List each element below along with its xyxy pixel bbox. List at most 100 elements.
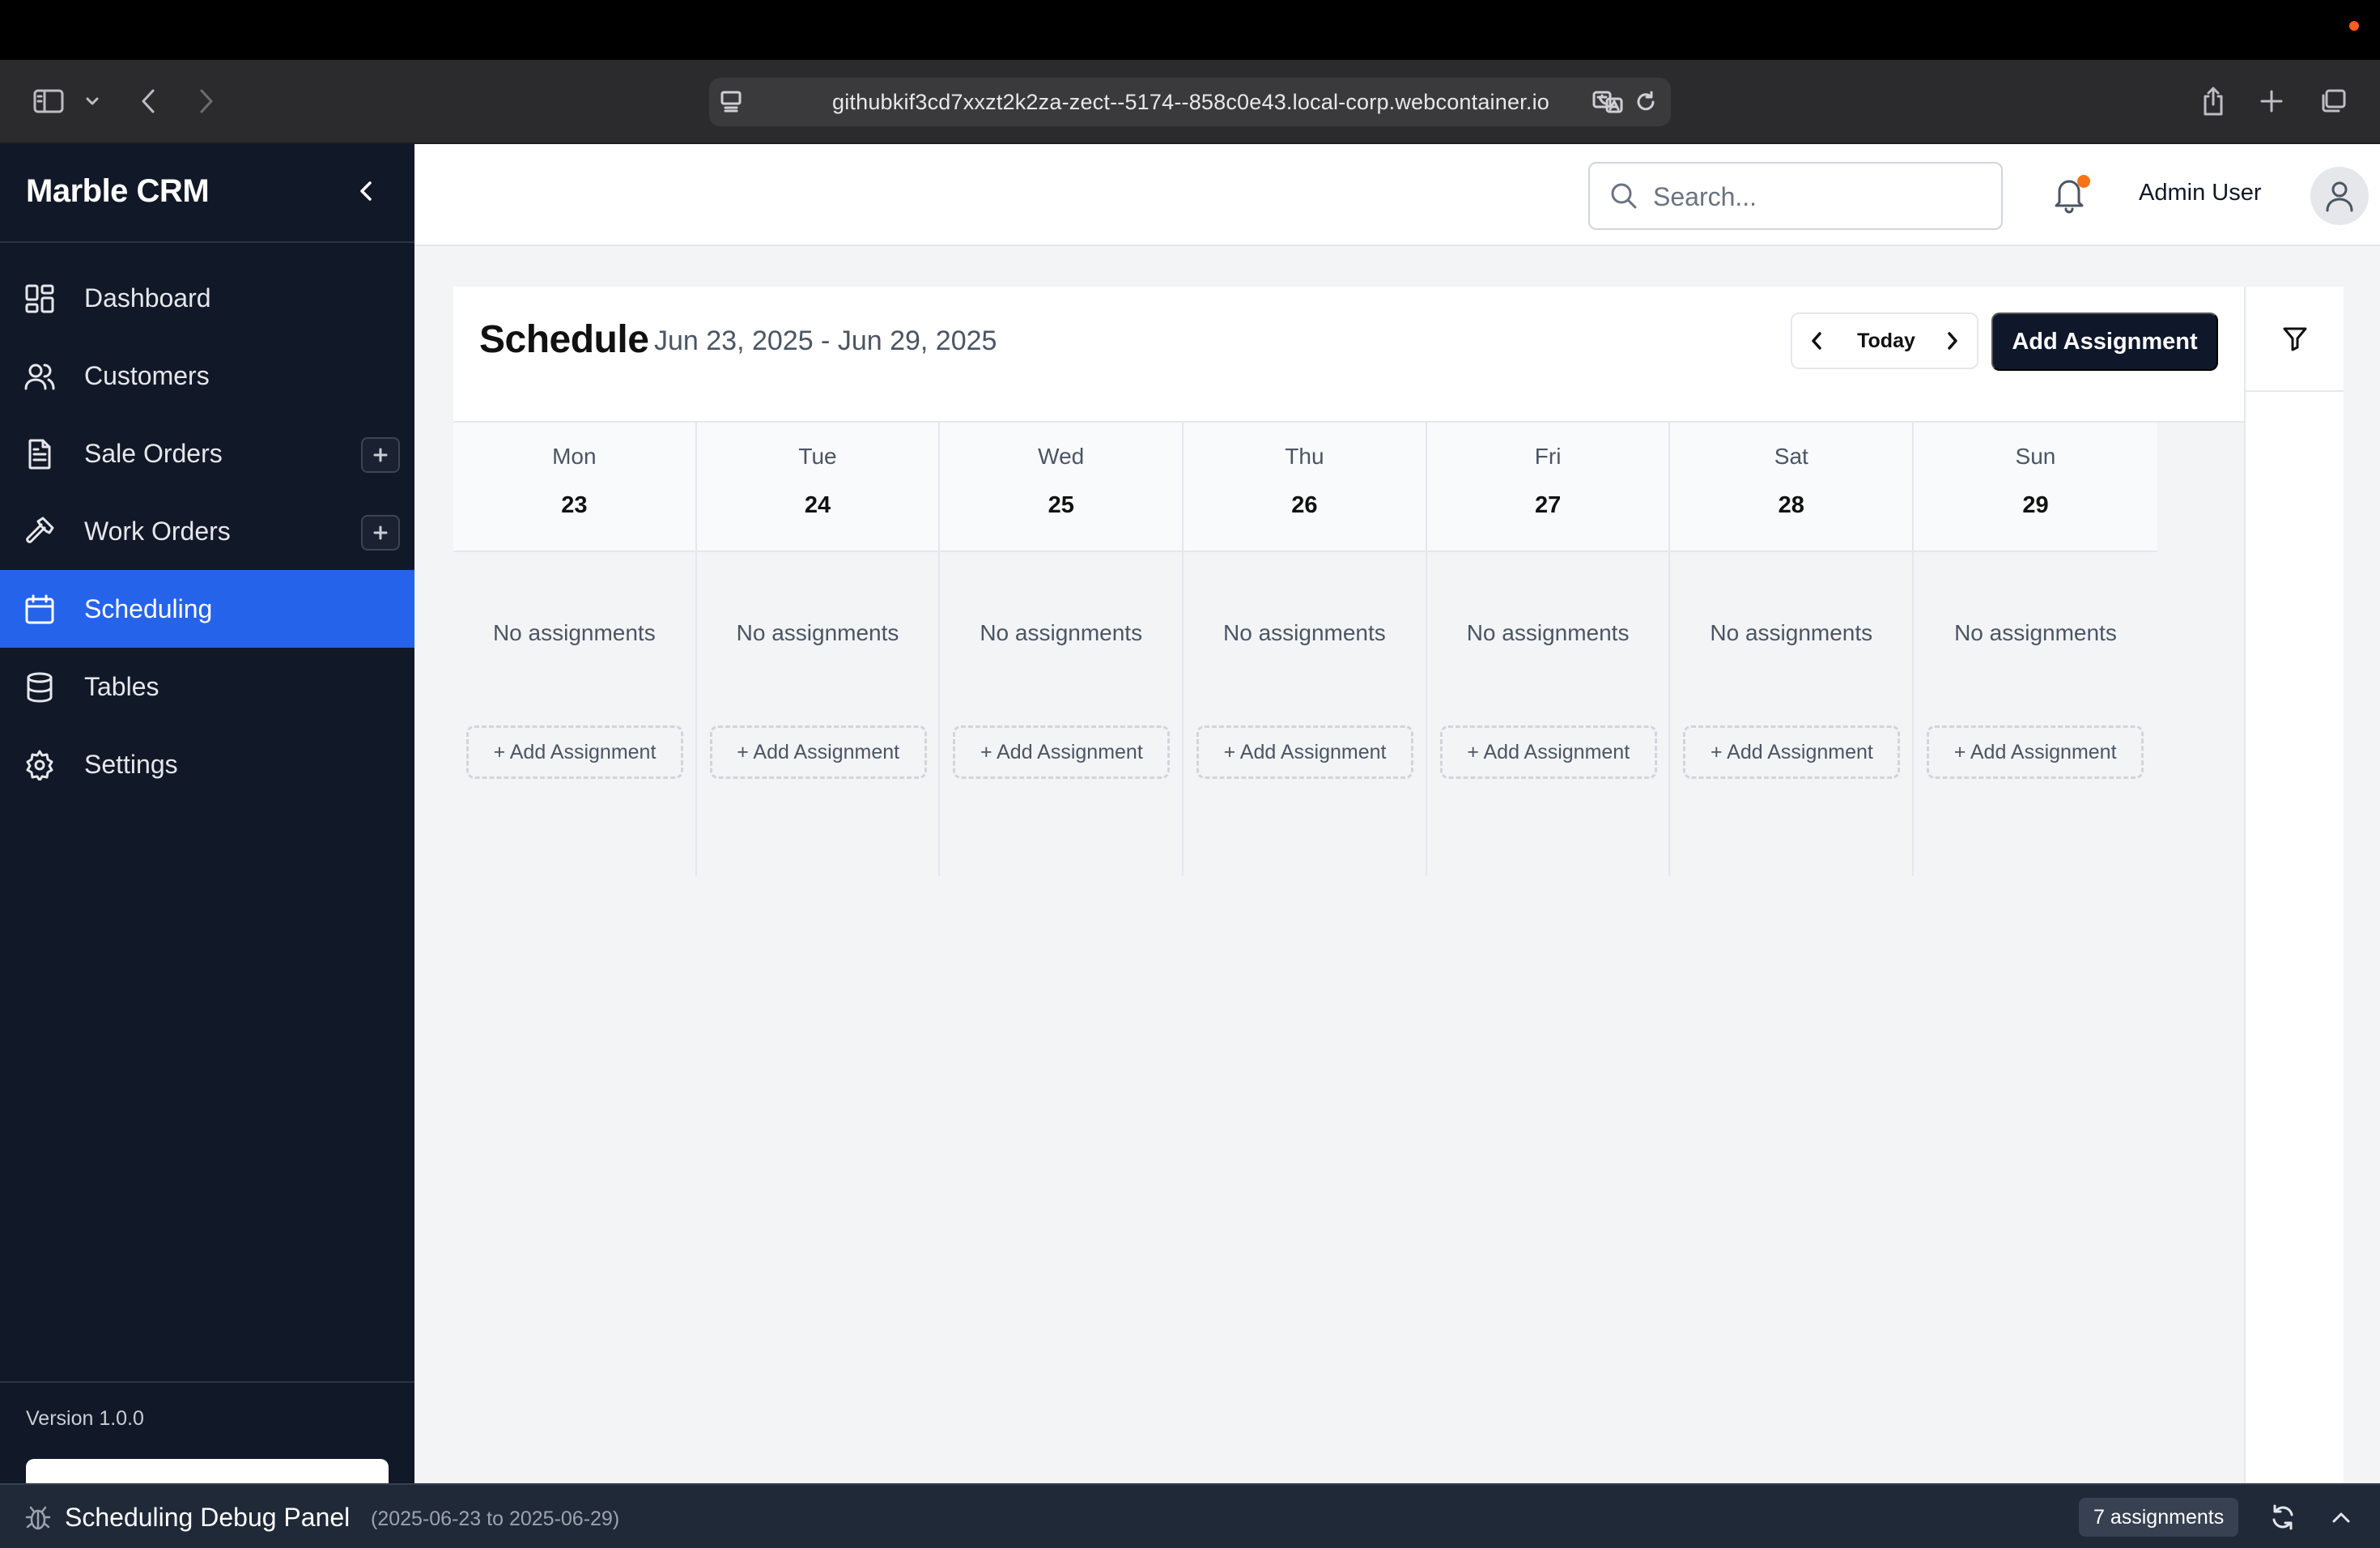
day-number: 28 xyxy=(1778,492,1804,518)
day-column-fri: Fri 27 No assignments + Add Assignment xyxy=(1426,423,1671,876)
empty-state: No assignments xyxy=(736,620,899,645)
notifications-button[interactable] xyxy=(2051,175,2090,215)
divider xyxy=(0,241,414,243)
address-bar[interactable]: githubkif3cd7xxzt2k2za-zect--5174--858c0… xyxy=(709,78,1671,126)
day-name: Fri xyxy=(1534,444,1562,469)
day-name: Wed xyxy=(1038,444,1085,469)
day-header: Thu 26 xyxy=(1184,423,1426,552)
day-column-sun: Sun 29 No assignments + Add Assignment xyxy=(1914,423,2157,876)
divider xyxy=(0,1381,414,1383)
sidebar-item-scheduling[interactable]: Scheduling xyxy=(0,570,414,648)
day-add-assignment-button[interactable]: + Add Assignment xyxy=(1196,725,1414,779)
sidebar-nav: Dashboard Customers Sale Orders Work Ord… xyxy=(0,259,414,803)
empty-state: No assignments xyxy=(1466,620,1630,645)
system-menubar xyxy=(0,0,2380,60)
bug-icon xyxy=(24,1504,52,1536)
sidebar-item-label: Scheduling xyxy=(84,593,213,623)
search-icon xyxy=(1611,183,1637,209)
url-text: githubkif3cd7xxzt2k2za-zect--5174--858c0… xyxy=(832,89,1549,114)
day-name: Sun xyxy=(2015,444,2056,469)
filter-icon xyxy=(2283,327,2306,351)
calendar-icon xyxy=(24,594,55,625)
app-logo[interactable]: Marble CRM xyxy=(26,167,210,215)
day-name: Tue xyxy=(798,444,837,469)
sidebar-item-label: Tables xyxy=(84,671,159,701)
day-header: Wed 25 xyxy=(940,423,1183,552)
day-column-mon: Mon 23 No assignments + Add Assignment xyxy=(453,423,697,876)
add-assignment-button[interactable]: Add Assignment xyxy=(1991,313,2218,371)
day-column-sat: Sat 28 No assignments + Add Assignment xyxy=(1670,423,1915,876)
day-number: 23 xyxy=(561,492,588,518)
sidebar-toggle-icon[interactable] xyxy=(24,78,73,125)
refresh-button[interactable] xyxy=(2267,1501,2299,1533)
search-input[interactable] xyxy=(1653,176,1985,217)
day-add-assignment-button[interactable]: + Add Assignment xyxy=(466,725,683,779)
add-sale-order-button[interactable] xyxy=(361,437,400,473)
chevron-down-icon[interactable] xyxy=(78,78,107,125)
notification-badge xyxy=(2077,175,2090,188)
sidebar-item-tables[interactable]: Tables xyxy=(0,648,414,725)
browser-toolbar: githubkif3cd7xxzt2k2za-zect--5174--858c0… xyxy=(0,60,2380,144)
day-number: 25 xyxy=(1048,492,1074,518)
day-add-assignment-button[interactable]: + Add Assignment xyxy=(1439,725,1657,779)
users-icon xyxy=(24,361,55,392)
page-title: Schedule xyxy=(479,318,649,361)
day-header: Sun 29 xyxy=(1914,423,2157,552)
user-icon xyxy=(2326,181,2353,212)
page-info-icon[interactable] xyxy=(719,89,745,117)
empty-state: No assignments xyxy=(492,620,656,645)
share-icon[interactable] xyxy=(2192,78,2234,125)
sidebar-item-sale-orders[interactable]: Sale Orders xyxy=(0,415,414,492)
user-name[interactable]: Admin User xyxy=(2139,180,2262,206)
add-work-order-button[interactable] xyxy=(361,515,400,551)
next-week-button[interactable] xyxy=(1928,314,1977,368)
main-content: Admin User Schedule Jun 23, 2025 - Jun 2… xyxy=(414,144,2380,1483)
sidebar-item-dashboard[interactable]: Dashboard xyxy=(0,259,414,337)
day-number: 27 xyxy=(1534,492,1562,518)
day-add-assignment-button[interactable]: + Add Assignment xyxy=(1927,725,2144,779)
chevron-up-icon xyxy=(2332,1512,2350,1523)
forward-icon[interactable] xyxy=(183,78,228,125)
database-icon xyxy=(24,672,55,703)
filter-button[interactable] xyxy=(2246,287,2344,392)
collapse-sidebar-button[interactable] xyxy=(346,172,385,211)
sidebar-item-settings[interactable]: Settings xyxy=(0,725,414,803)
avatar[interactable] xyxy=(2310,167,2369,225)
day-header: Fri 27 xyxy=(1426,423,1669,552)
debug-panel[interactable]: Scheduling Debug Panel (2025-06-23 to 20… xyxy=(0,1483,2380,1548)
reload-icon[interactable] xyxy=(1634,89,1658,119)
new-tab-icon[interactable] xyxy=(2250,78,2293,125)
day-name: Thu xyxy=(1285,444,1324,469)
day-header: Mon 23 xyxy=(453,423,695,552)
day-add-assignment-button[interactable]: + Add Assignment xyxy=(953,725,1171,779)
day-number: 24 xyxy=(804,492,831,518)
recording-indicator-icon xyxy=(2349,21,2359,31)
day-number: 29 xyxy=(2022,492,2049,518)
top-header: Admin User xyxy=(414,144,2380,246)
sidebar-item-label: Work Orders xyxy=(84,516,231,546)
week-grid: Mon 23 No assignments + Add Assignment T… xyxy=(453,423,2157,876)
day-name: Mon xyxy=(552,444,597,469)
empty-state: No assignments xyxy=(980,620,1143,645)
day-column-thu: Thu 26 No assignments + Add Assignment xyxy=(1184,423,1427,876)
tab-overview-icon[interactable] xyxy=(2312,78,2354,125)
document-icon xyxy=(24,439,55,470)
empty-state: No assignments xyxy=(1710,620,1873,645)
chevron-right-icon xyxy=(1948,332,1957,350)
sidebar-item-label: Customers xyxy=(84,360,210,390)
empty-state: No assignments xyxy=(1223,620,1386,645)
schedule-panel: Schedule Jun 23, 2025 - Jun 29, 2025 Tod… xyxy=(453,287,2344,1483)
day-add-assignment-button[interactable]: + Add Assignment xyxy=(1683,725,1901,779)
filter-panel xyxy=(2244,287,2344,1483)
sidebar: Marble CRM Dashboard Customers Sale Orde… xyxy=(0,144,414,1491)
previous-week-button[interactable] xyxy=(1792,314,1841,368)
translate-icon[interactable] xyxy=(1592,89,1624,119)
sidebar-item-customers[interactable]: Customers xyxy=(0,337,414,415)
search-box[interactable] xyxy=(1588,162,2003,230)
expand-panel-button[interactable] xyxy=(2325,1501,2357,1533)
day-add-assignment-button[interactable]: + Add Assignment xyxy=(709,725,927,779)
sidebar-item-work-orders[interactable]: Work Orders xyxy=(0,492,414,570)
day-header: Sat 28 xyxy=(1670,423,1913,552)
back-icon[interactable] xyxy=(126,78,172,125)
today-button[interactable]: Today xyxy=(1842,314,1930,368)
